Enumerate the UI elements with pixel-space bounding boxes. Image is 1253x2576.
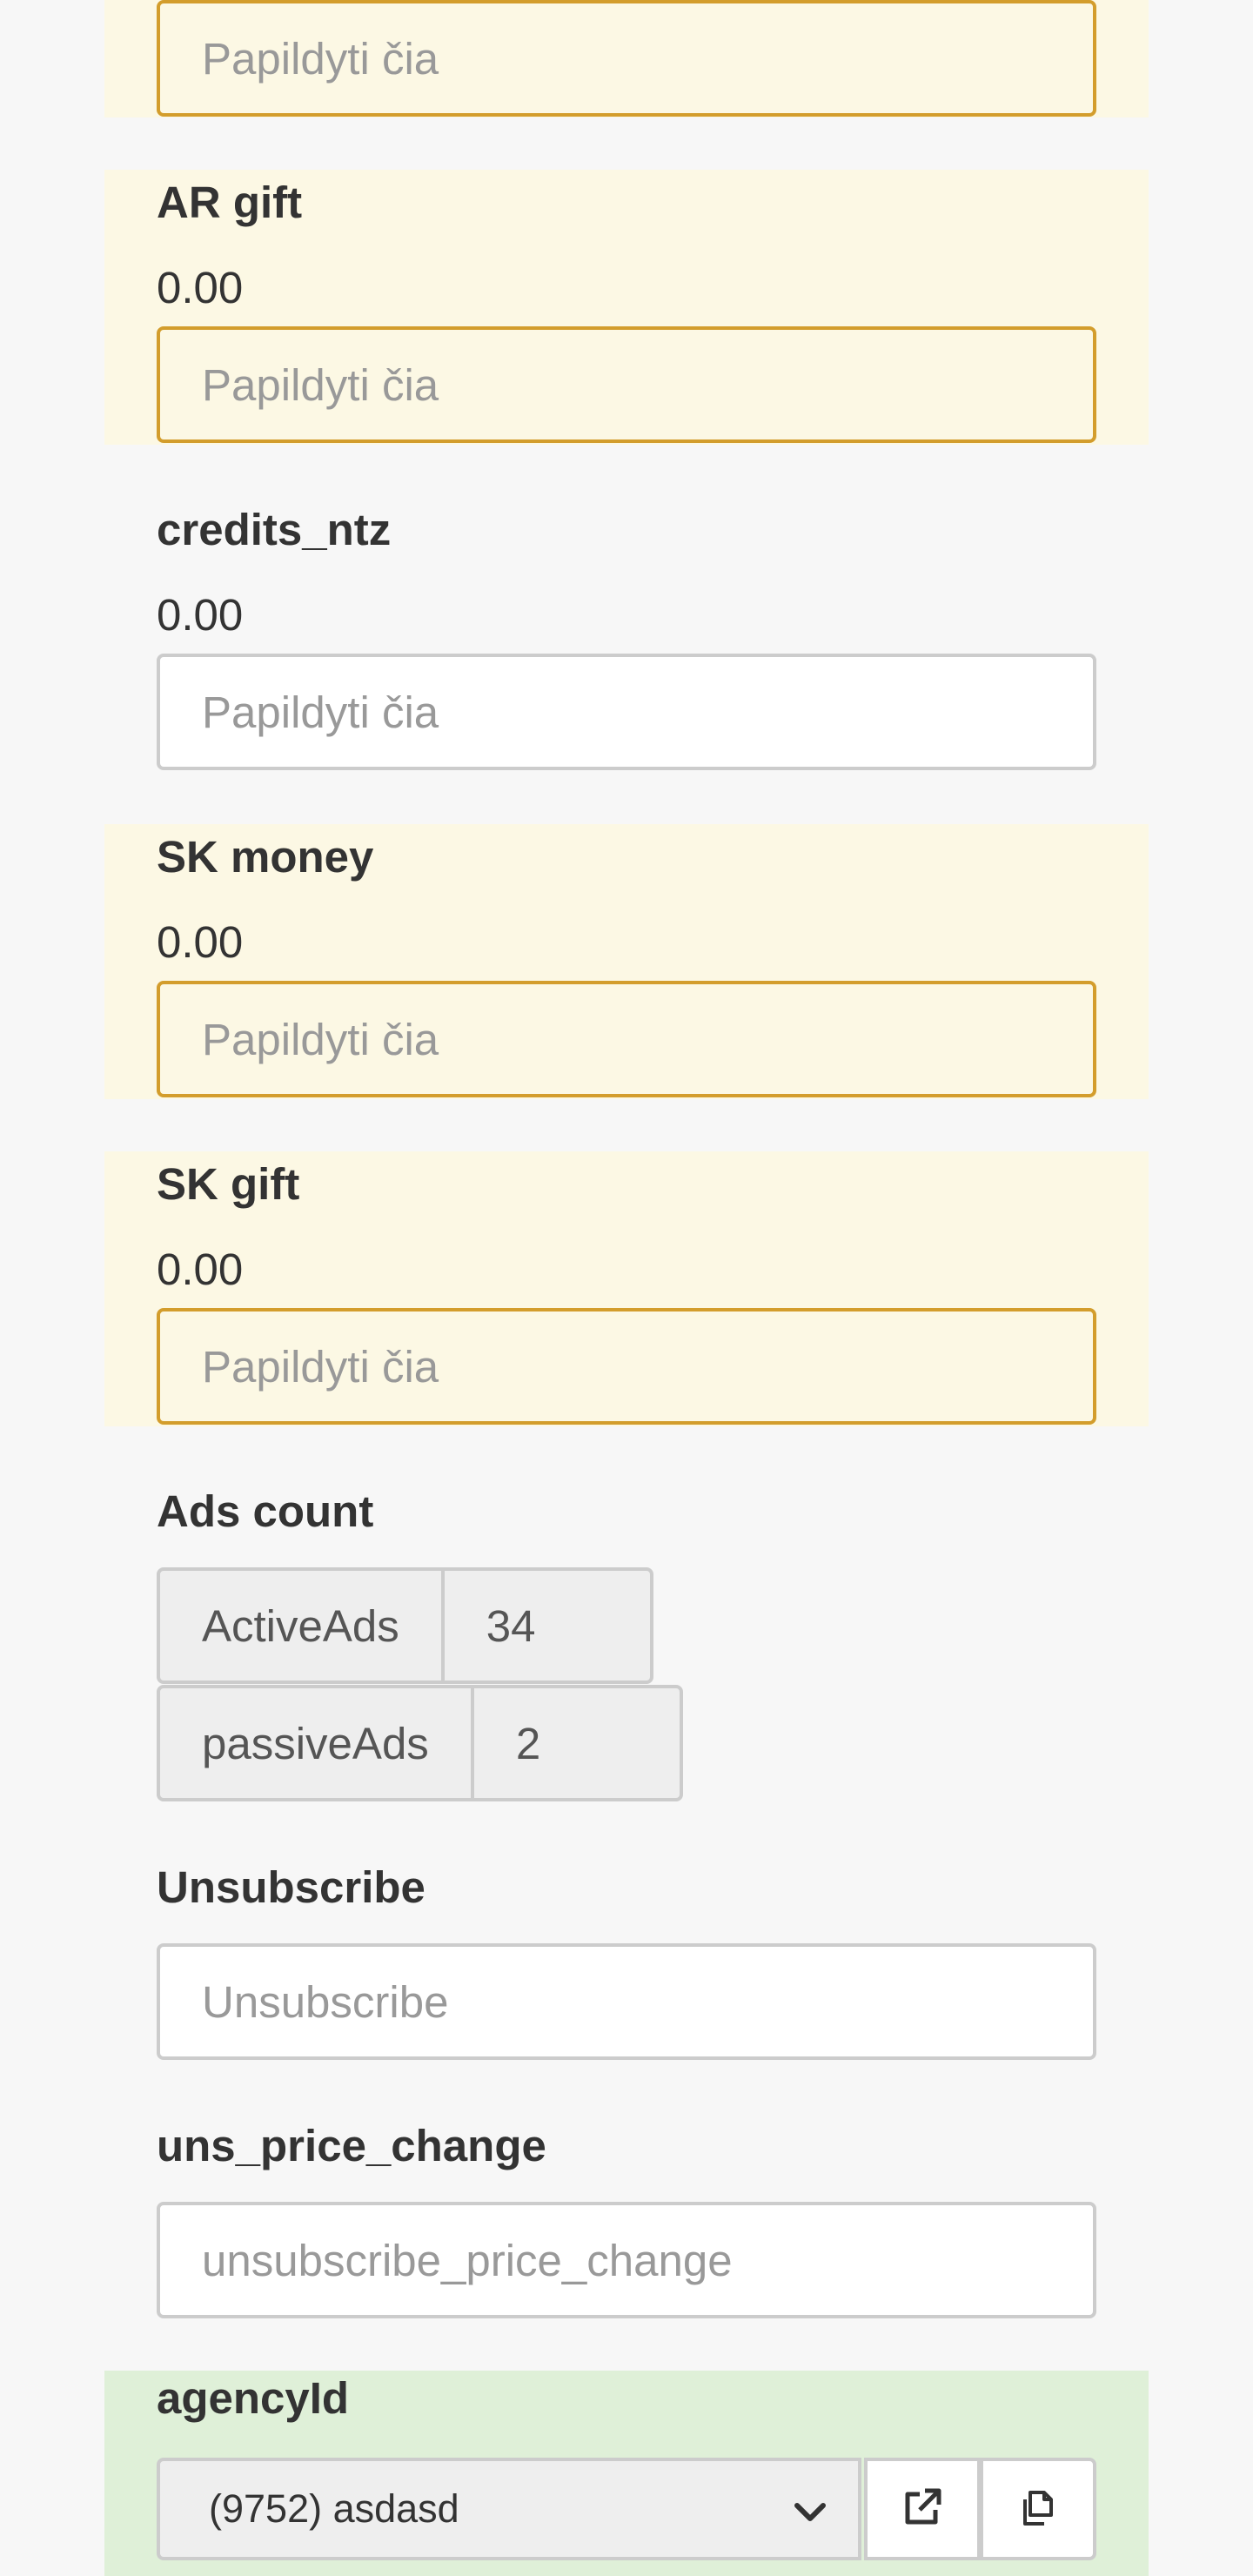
ar-gift-input[interactable]	[157, 326, 1096, 443]
sk-gift-label: SK gift	[157, 1159, 300, 1209]
active-ads-addon: ActiveAds	[160, 1571, 445, 1680]
ads-count-panel: Ads count ActiveAds 34 passiveAds 2	[104, 1479, 1149, 1809]
passive-ads-group: passiveAds 2	[157, 1685, 683, 1801]
unsubscribe-label: Unsubscribe	[157, 1862, 425, 1912]
uns-price-change-input[interactable]	[157, 2202, 1096, 2318]
agency-select[interactable]: (9752) asdasd	[157, 2458, 861, 2560]
sk-gift-input[interactable]	[157, 1308, 1096, 1425]
unsubscribe-panel: Unsubscribe	[104, 1862, 1149, 2070]
active-ads-group: ActiveAds 34	[157, 1567, 653, 1684]
ar-gift-value: 0.00	[157, 263, 244, 312]
external-link-icon	[901, 2485, 944, 2533]
sk-money-value: 0.00	[157, 917, 244, 967]
ads-count-label: Ads count	[157, 1486, 374, 1536]
agency-selected-value: (9752) asdasd	[209, 2486, 459, 2531]
uns-price-change-label: uns_price_change	[157, 2121, 546, 2170]
passive-ads-value: 2	[515, 1718, 541, 1768]
chevron-down-icon	[792, 2494, 828, 2540]
credits-ntz-input[interactable]	[157, 654, 1096, 770]
copy-agency-button[interactable]	[980, 2458, 1096, 2560]
top-field-panel	[104, 0, 1149, 117]
credits-ntz-label: credits_ntz	[157, 505, 392, 554]
sk-money-label: SK money	[157, 832, 374, 882]
sk-gift-panel: SK gift 0.00	[104, 1151, 1149, 1426]
sk-gift-value: 0.00	[157, 1244, 244, 1294]
credits-ntz-panel: credits_ntz 0.00	[104, 497, 1149, 772]
agency-label: agencyId	[157, 2373, 350, 2423]
copy-icon	[1016, 2485, 1060, 2533]
passive-ads-addon: passiveAds	[160, 1688, 474, 1798]
agency-panel: agencyId (9752) asdasd	[104, 2371, 1149, 2576]
sk-money-panel: SK money 0.00	[104, 824, 1149, 1099]
open-agency-button[interactable]	[864, 2458, 981, 2560]
credits-ntz-value: 0.00	[157, 590, 244, 640]
sk-money-input[interactable]	[157, 981, 1096, 1097]
ar-gift-label: AR gift	[157, 178, 303, 227]
top-amount-input[interactable]	[157, 0, 1096, 117]
active-ads-value: 34	[486, 1600, 536, 1651]
unsubscribe-input[interactable]	[157, 1943, 1096, 2060]
ar-gift-panel: AR gift 0.00	[104, 170, 1149, 445]
uns-price-change-panel: uns_price_change	[104, 2120, 1149, 2329]
